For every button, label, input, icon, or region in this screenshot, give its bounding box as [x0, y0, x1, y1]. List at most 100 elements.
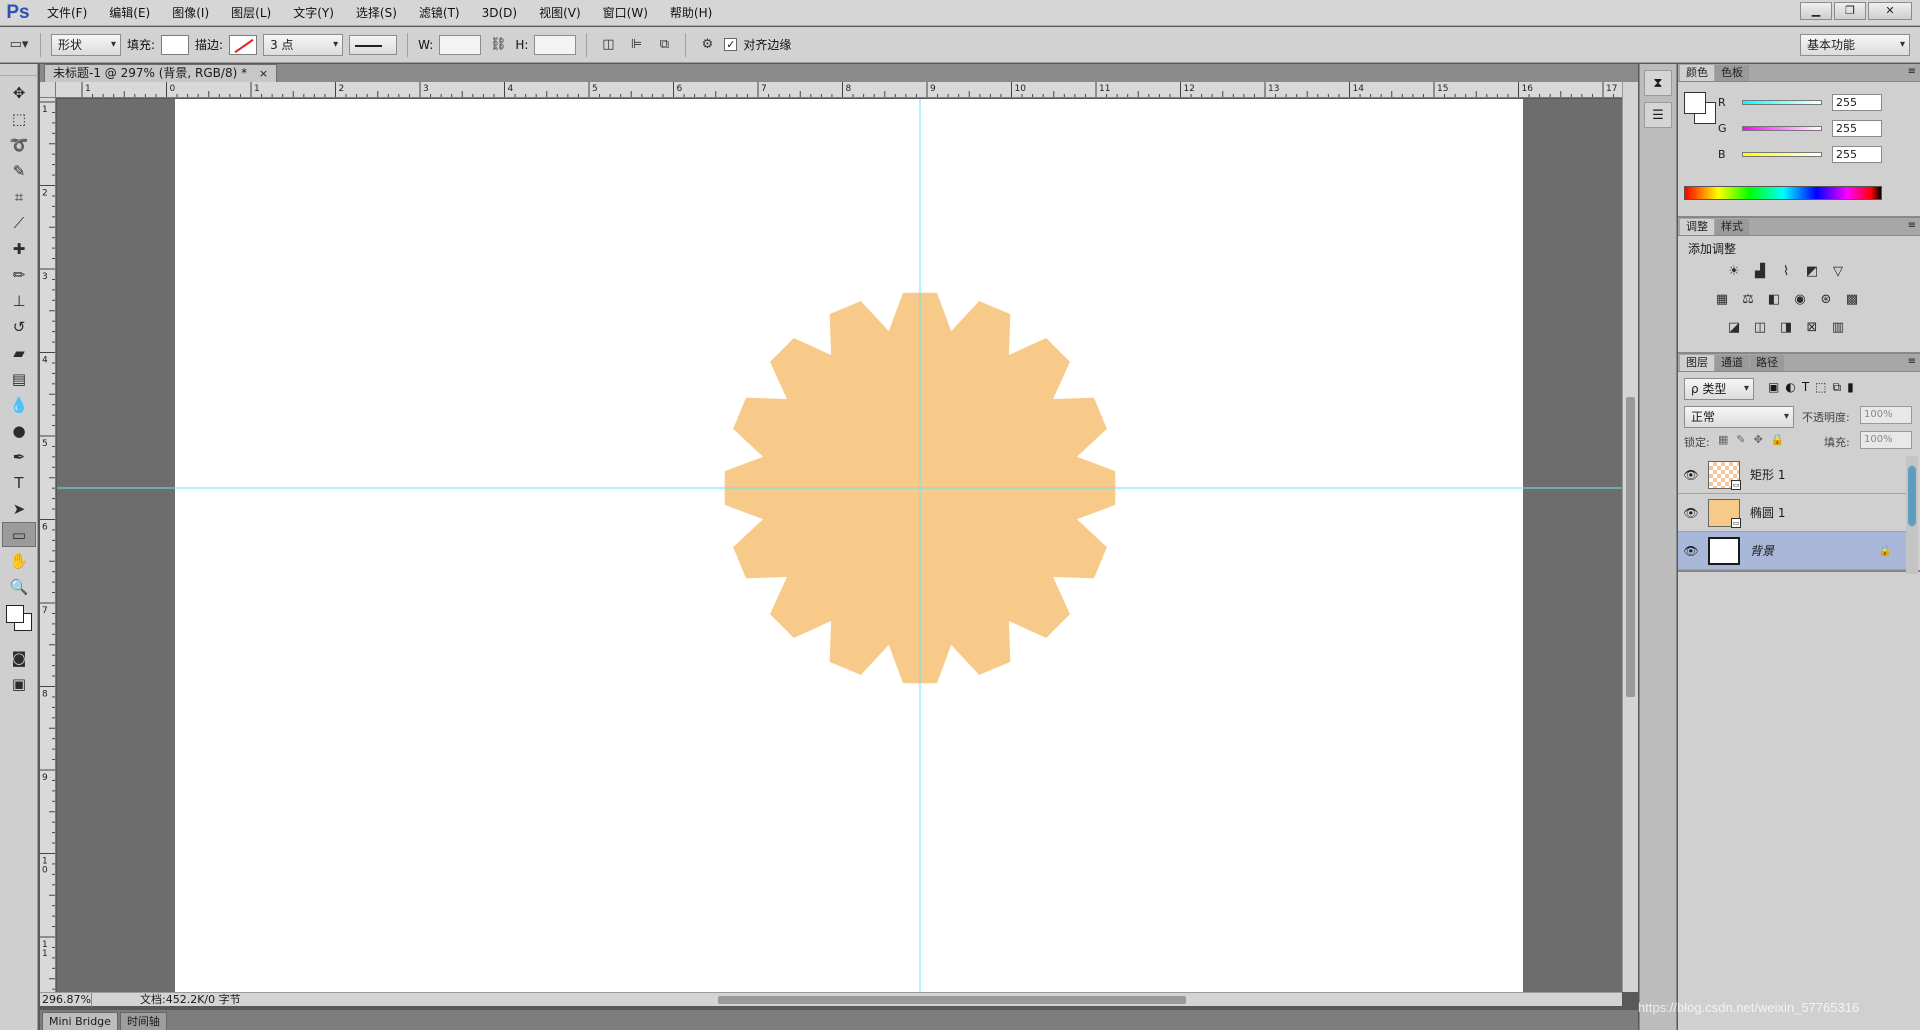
gear-shape[interactable] — [724, 292, 1116, 684]
tab-adjustments[interactable]: 调整 — [1680, 219, 1714, 235]
document-info[interactable]: 文档:452.2K/0 字节 — [92, 993, 241, 1006]
posterize-icon[interactable]: ◫ — [1750, 318, 1770, 336]
hand-tool-icon[interactable]: ✋ — [2, 548, 36, 573]
vertical-scroll-thumb[interactable] — [1626, 397, 1635, 697]
toolbar-grip[interactable] — [0, 64, 37, 76]
rectangle-tool-icon[interactable]: ▭ — [2, 522, 36, 547]
fill-swatch[interactable] — [161, 34, 190, 55]
link-icon[interactable]: ⛓ — [487, 34, 509, 56]
history-panel-icon[interactable]: ⧗ — [1644, 70, 1672, 96]
tab-layers[interactable]: 图层 — [1680, 355, 1714, 371]
filter-toggle-icon[interactable]: ▮ — [1847, 380, 1854, 395]
document-canvas[interactable] — [175, 99, 1523, 992]
stroke-type-select[interactable] — [349, 34, 398, 55]
move-tool-icon[interactable]: ✥ — [2, 80, 36, 105]
photo-filter-icon[interactable]: ◉ — [1790, 290, 1810, 308]
panel-menu-icon[interactable]: ≡ — [1908, 220, 1916, 231]
lasso-tool-icon[interactable]: ➰ — [2, 132, 36, 157]
gear-icon[interactable]: ⚙ — [696, 34, 718, 56]
menu-edit[interactable]: 编辑(E) — [98, 0, 161, 26]
layer-row[interactable]: 👁 背景 🔒 — [1678, 532, 1906, 570]
tab-channels[interactable]: 通道 — [1715, 355, 1749, 371]
height-input[interactable] — [534, 34, 577, 55]
smart-object-filter-icon[interactable]: ⧉ — [1833, 380, 1842, 395]
pixel-filter-icon[interactable]: ▣ — [1768, 380, 1779, 395]
eye-icon[interactable]: 👁 — [1678, 544, 1704, 558]
channel-mixer-icon[interactable]: ⊛ — [1816, 290, 1836, 308]
layer-name[interactable]: 椭圆 1 — [1750, 504, 1785, 521]
marquee-tool-icon[interactable]: ⬚ — [2, 106, 36, 131]
lock-position-icon[interactable]: ✥ — [1754, 433, 1763, 446]
document-tab[interactable]: 未标题-1 @ 297% (背景, RGB/8) * × — [44, 64, 278, 82]
red-slider[interactable] — [1742, 99, 1822, 105]
tab-mini-bridge[interactable]: Mini Bridge — [42, 1012, 118, 1030]
layers-scroll-thumb[interactable] — [1908, 466, 1916, 526]
menu-view[interactable]: 视图(V) — [528, 0, 592, 26]
shape-filter-icon[interactable]: ⬚ — [1815, 380, 1826, 395]
layer-filter-select[interactable]: ρ 类型 — [1684, 378, 1754, 400]
lock-all-icon[interactable]: 🔒 — [1771, 433, 1785, 446]
eye-icon[interactable]: 👁 — [1678, 468, 1704, 482]
threshold-icon[interactable]: ◨ — [1776, 318, 1796, 336]
opacity-input[interactable]: 100% — [1860, 406, 1912, 424]
layer-row[interactable]: 👁 ▭ 椭圆 1 — [1678, 494, 1906, 532]
tab-timeline[interactable]: 时间轴 — [119, 1012, 167, 1030]
rectangle-tool-preset-icon[interactable]: ▭▾ — [8, 34, 30, 56]
width-input[interactable] — [439, 34, 482, 55]
tool-mode-select[interactable]: 形状 — [51, 33, 121, 56]
close-document-icon[interactable]: × — [259, 67, 268, 80]
levels-icon[interactable]: ▟ — [1750, 262, 1770, 280]
brush-tool-icon[interactable]: ✏ — [2, 262, 36, 287]
vertical-scrollbar[interactable] — [1622, 82, 1638, 992]
adjustment-filter-icon[interactable]: ◐ — [1785, 380, 1795, 395]
menu-window[interactable]: 窗口(W) — [592, 0, 659, 26]
crop-tool-icon[interactable]: ⌗ — [2, 184, 36, 209]
layer-row[interactable]: 👁 ▭ 矩形 1 — [1678, 456, 1906, 494]
tab-styles[interactable]: 样式 — [1715, 219, 1749, 235]
type-filter-icon[interactable]: T — [1802, 380, 1809, 395]
path-select-tool-icon[interactable]: ➤ — [2, 496, 36, 521]
quick-select-tool-icon[interactable]: ✎ — [2, 158, 36, 183]
menu-file[interactable]: 文件(F) — [36, 0, 98, 26]
zoom-tool-icon[interactable]: 🔍 — [2, 574, 36, 599]
fill-opacity-input[interactable]: 100% — [1860, 431, 1912, 449]
clone-stamp-tool-icon[interactable]: ⊥ — [2, 288, 36, 313]
blue-slider[interactable] — [1742, 151, 1822, 157]
green-slider[interactable] — [1742, 125, 1822, 131]
horizontal-scrollbar[interactable] — [306, 992, 1622, 1006]
black-white-icon[interactable]: ◧ — [1764, 290, 1784, 308]
eye-icon[interactable]: 👁 — [1678, 506, 1704, 520]
healing-brush-tool-icon[interactable]: ✚ — [2, 236, 36, 261]
menu-help[interactable]: 帮助(H) — [659, 0, 723, 26]
menu-image[interactable]: 图像(I) — [161, 0, 220, 26]
stroke-swatch[interactable] — [229, 34, 258, 55]
path-arrangement-icon[interactable]: ⧉ — [653, 34, 675, 56]
eraser-tool-icon[interactable]: ▰ — [2, 340, 36, 365]
layers-scrollbar[interactable] — [1906, 456, 1918, 574]
red-value-input[interactable]: 255 — [1832, 93, 1882, 111]
brightness-icon[interactable]: ☀ — [1724, 262, 1744, 280]
hue-saturation-icon[interactable]: ▦ — [1712, 290, 1732, 308]
gradient-map-icon[interactable]: ▥ — [1828, 318, 1848, 336]
quick-mask-icon[interactable]: ◙ — [2, 645, 36, 670]
ruler-origin[interactable] — [40, 82, 56, 98]
invert-icon[interactable]: ◪ — [1724, 318, 1744, 336]
blend-mode-select[interactable]: 正常 — [1684, 406, 1794, 428]
color-lookup-icon[interactable]: ▩ — [1842, 290, 1862, 308]
vertical-ruler[interactable]: 1234567891011 — [40, 98, 56, 992]
restore-button[interactable]: ❐ — [1834, 2, 1866, 20]
pasteboard[interactable] — [57, 99, 1622, 992]
menu-type[interactable]: 文字(Y) — [282, 0, 345, 26]
layer-name[interactable]: 矩形 1 — [1750, 466, 1785, 483]
path-operations-icon[interactable]: ◫ — [597, 34, 619, 56]
menu-layer[interactable]: 图层(L) — [220, 0, 282, 26]
blue-value-input[interactable]: 255 — [1832, 145, 1882, 163]
tab-paths[interactable]: 路径 — [1750, 355, 1784, 371]
menu-select[interactable]: 选择(S) — [345, 0, 408, 26]
horizontal-ruler[interactable]: 1 0 1 2 3 4 5 6 7 8 9 10 11 12 13 14 15 16 17 — [56, 82, 1622, 98]
blur-tool-icon[interactable]: 💧 — [2, 392, 36, 417]
workspace-select[interactable]: 基本功能 — [1800, 34, 1910, 56]
menu-filter[interactable]: 滤镜(T) — [408, 0, 471, 26]
history-brush-tool-icon[interactable]: ↺ — [2, 314, 36, 339]
panel-menu-icon[interactable]: ≡ — [1908, 66, 1916, 77]
